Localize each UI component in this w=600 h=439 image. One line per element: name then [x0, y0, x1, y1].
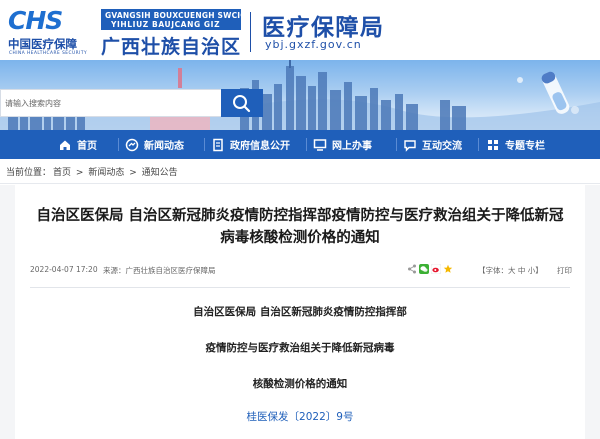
share-icon[interactable]	[407, 264, 417, 274]
font-size-control[interactable]: 【字体：大 中 小】	[478, 265, 543, 276]
breadcrumb-separator: >	[75, 168, 84, 178]
nav-separator	[118, 138, 119, 151]
breadcrumb-link-notices[interactable]: 通知公告	[142, 168, 178, 178]
body-heading-line3: 核酸检测价格的通知	[252, 378, 348, 390]
grid-icon	[488, 139, 498, 150]
nav-item-label: 首页	[77, 141, 97, 152]
chs-logo-cn: 中国医疗保障	[8, 37, 77, 51]
article-title: 自治区医保局 自治区新冠肺炎疫情防控指挥部疫情防控与医疗救治组关于降低新冠 病毒…	[15, 205, 585, 249]
article-title-line1: 自治区医保局 自治区新冠肺炎疫情防控指挥部疫情防控与医疗救治组关于降低新冠	[36, 208, 564, 224]
nav-item-gov-info[interactable]: 政府信息公开	[211, 130, 290, 159]
site-header: CHS 中国医疗保障 CHINA HEALTHCARE SECURITY GVA…	[0, 0, 600, 60]
test-tube-graphic	[541, 71, 570, 114]
body-heading-line1: 自治区医保局 自治区新冠肺炎疫情防控指挥部	[193, 306, 407, 318]
body-heading-line2: 疫情防控与医疗救治组关于降低新冠病毒	[205, 342, 395, 354]
news-icon	[125, 138, 139, 151]
zhuang-name-line2: YIHLIUZ BAUJCANG GIZ	[111, 20, 221, 29]
search-icon	[233, 95, 251, 113]
search-input[interactable]	[1, 90, 221, 116]
nav-item-news[interactable]: 新闻动态	[125, 130, 184, 159]
zhuang-name-line1: GVANGSIH BOUXCUENGH SWCIGIH	[105, 11, 257, 20]
zhuang-name-box: GVANGSIH BOUXCUENGH SWCIGIH YIHLIUZ BAUJ…	[101, 9, 256, 30]
chs-logo[interactable]: CHS 中国医疗保障 CHINA HEALTHCARE SECURITY	[6, 6, 98, 56]
search-button[interactable]	[221, 89, 263, 117]
breadcrumb-link-news[interactable]: 新闻动态	[88, 168, 124, 178]
breadcrumb-prefix: 当前位置：	[6, 168, 52, 178]
home-icon	[60, 140, 70, 150]
nav-item-label: 新闻动态	[144, 141, 184, 152]
weibo-icon[interactable]	[431, 264, 441, 274]
nav-item-label: 政府信息公开	[230, 141, 290, 152]
nav-separator	[478, 138, 479, 151]
nav-item-special-topics[interactable]: 专题专栏	[486, 130, 545, 159]
nav-item-home[interactable]: 首页	[58, 130, 97, 159]
region-name: 广西壮族自治区	[101, 36, 242, 58]
document-number: 桂医保发〔2022〕9号	[246, 411, 354, 423]
header-divider	[250, 12, 251, 52]
nav-item-label: 专题专栏	[505, 141, 545, 152]
nav-separator	[396, 138, 397, 151]
breadcrumb-separator: >	[129, 168, 137, 178]
article-meta: 2022-04-07 17:20 来源：广西壮族自治区医疗保障局 【字体：大 中…	[15, 262, 585, 280]
nav-item-label: 网上办事	[332, 141, 372, 152]
nav-item-online-service[interactable]: 网上办事	[313, 130, 372, 159]
nav-separator	[204, 138, 205, 151]
article-source: 来源：广西壮族自治区医疗保障局	[103, 266, 216, 275]
site-url: ybj.gxzf.gov.cn	[265, 38, 362, 51]
publish-date: 2022-04-07 17:20	[30, 265, 98, 274]
print-link[interactable]: 打印	[557, 265, 572, 276]
meta-divider	[30, 287, 570, 288]
document-icon	[213, 138, 223, 151]
breadcrumb-bar: 当前位置： 首页 > 新闻动态 > 通知公告	[0, 159, 600, 184]
main-nav: 首页 新闻动态 政府信息公开 网上办事 互动交流 专题专栏	[0, 130, 600, 159]
qzone-icon[interactable]	[443, 264, 453, 274]
chs-logo-en: CHINA HEALTHCARE SECURITY	[9, 51, 88, 56]
nav-item-interaction[interactable]: 互动交流	[403, 130, 462, 159]
breadcrumb: 当前位置： 首页 > 新闻动态 > 通知公告	[6, 165, 180, 178]
computer-icon	[313, 138, 327, 151]
nav-separator	[306, 138, 307, 151]
wechat-icon[interactable]	[419, 264, 429, 274]
nav-item-label: 互动交流	[422, 141, 462, 152]
breadcrumb-link-home[interactable]: 首页	[53, 168, 71, 178]
chs-logo-mark: CHS	[8, 6, 63, 35]
bureau-name: 医疗保障局	[262, 15, 385, 41]
article-title-line2: 病毒核酸检测价格的通知	[220, 230, 380, 246]
chat-icon	[404, 139, 416, 152]
